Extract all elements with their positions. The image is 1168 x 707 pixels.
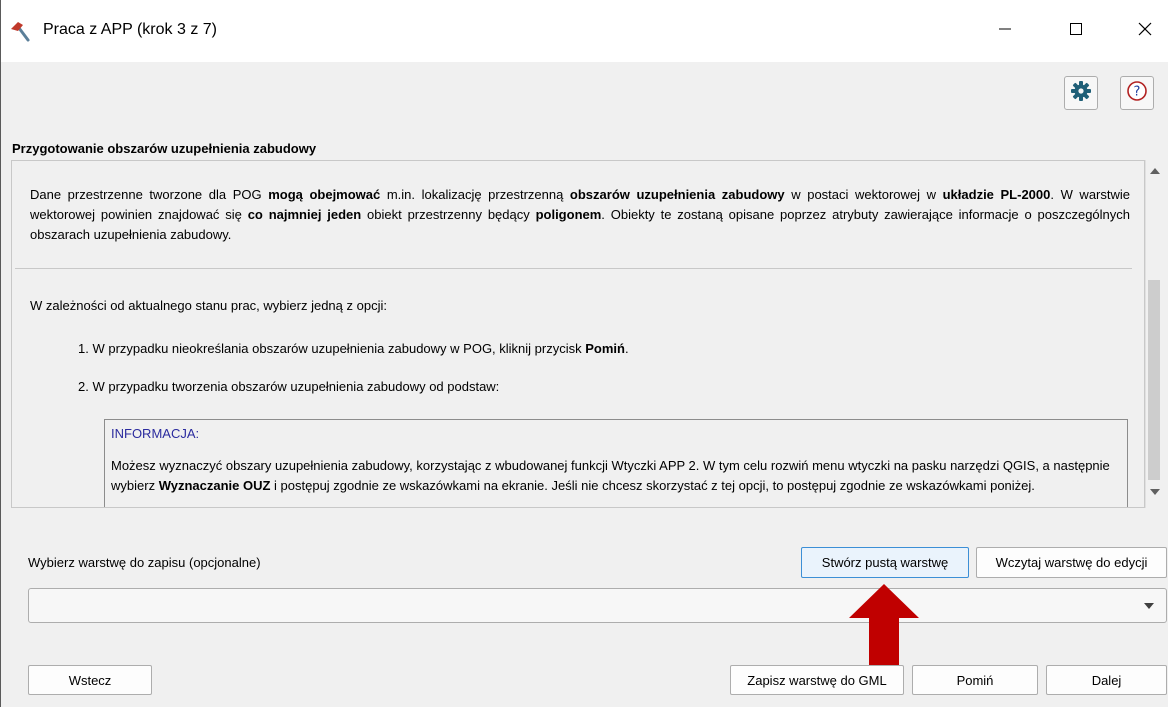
scroll-thumb[interactable] [1148,280,1160,480]
close-icon [1138,22,1152,41]
create-empty-layer-button[interactable]: Stwórz pustą warstwę [801,547,969,578]
instructions-panel[interactable]: Dane przestrzenne tworzone dla POG mogą … [11,160,1145,508]
choose-option-text: W zależności od aktualnego stanu prac, w… [30,298,387,313]
info-box: INFORMACJA: Możesz wyznaczyć obszary uzu… [104,419,1128,507]
settings-button[interactable] [1064,76,1098,110]
gear-icon [1070,80,1092,107]
hammer-icon [10,20,36,42]
title-bar: Praca z APP (krok 3 z 7) [1,0,1168,62]
highlight-arrow [849,584,919,678]
intro-paragraph: Dane przestrzenne tworzone dla POG mogą … [30,187,1130,242]
window-title: Praca z APP (krok 3 z 7) [43,21,217,38]
svg-text:?: ? [1134,84,1141,99]
minimize-icon [998,22,1012,41]
maximize-button[interactable] [1053,8,1099,54]
back-button[interactable]: Wstecz [28,665,152,695]
step-2-text: 2. W przypadku tworzenia obszarów uzupeł… [78,379,500,394]
info-text: Możesz wyznaczyć obszary uzupełnienia za… [111,458,1110,493]
load-layer-button[interactable]: Wczytaj warstwę do edycji [976,547,1167,578]
section-title: Przygotowanie obszarów uzupełnienia zabu… [12,141,317,156]
help-icon: ? [1126,80,1148,107]
scroll-down-icon[interactable] [1150,489,1160,495]
minimize-button[interactable] [982,8,1028,54]
close-button[interactable] [1122,8,1168,54]
info-heading: INFORMACJA: [111,426,200,441]
skip-button[interactable]: Pomiń [912,665,1038,695]
save-gml-button[interactable]: Zapisz warstwę do GML [730,665,904,695]
window-border [0,0,1,707]
vertical-scrollbar[interactable] [1145,160,1163,508]
chevron-down-icon [1144,603,1154,609]
scroll-up-icon[interactable] [1150,168,1160,174]
next-button[interactable]: Dalej [1046,665,1167,695]
maximize-icon [1069,22,1083,41]
help-button[interactable]: ? [1120,76,1154,110]
layer-combobox[interactable] [28,588,1167,623]
step-1-text: 1. W przypadku nieokreślania obszarów uz… [78,341,629,356]
layer-select-label: Wybierz warstwę do zapisu (opcjonalne) [28,555,261,570]
divider [15,268,1132,269]
